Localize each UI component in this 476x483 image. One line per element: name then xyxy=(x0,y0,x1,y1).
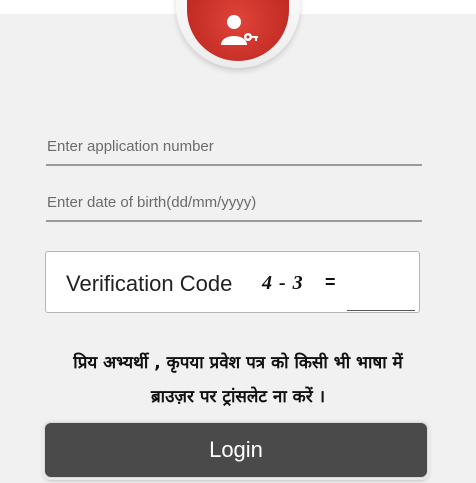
verification-box: Verification Code 4 - 3 = xyxy=(45,251,420,313)
application-number-input[interactable] xyxy=(46,128,422,166)
translate-notice: प्रिय अभ्यर्थी , कृपया प्रवेश पत्र को कि… xyxy=(0,346,476,414)
date-of-birth-input[interactable] xyxy=(46,184,422,222)
notice-line-2: ब्राउज़र पर ट्रांसलेट ना करें । xyxy=(150,387,326,407)
captcha-answer-input[interactable] xyxy=(347,278,415,311)
user-key-icon xyxy=(221,14,258,45)
login-button[interactable]: Login xyxy=(44,422,428,478)
verification-label: Verification Code xyxy=(66,271,233,296)
captcha-equals: = xyxy=(325,272,336,292)
notice-line-1: प्रिय अभ्यर्थी , कृपया प्रवेश पत्र को कि… xyxy=(73,353,403,373)
captcha-code: 4 - 3 xyxy=(262,272,304,294)
